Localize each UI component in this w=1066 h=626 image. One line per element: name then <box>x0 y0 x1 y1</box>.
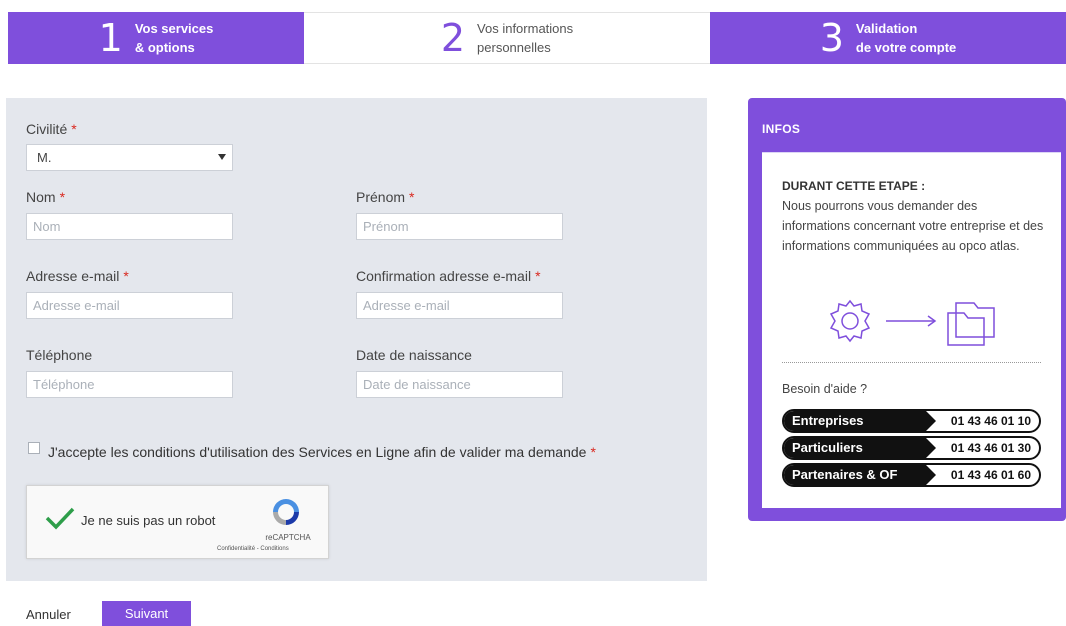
required-mark: * <box>59 189 66 205</box>
phone-label: Téléphone <box>26 347 93 363</box>
info-title: INFOS <box>762 122 801 136</box>
step-2: 2 Vos informations personnelles <box>304 12 710 64</box>
terms-label: J'accepte les conditions d'utilisation d… <box>48 444 596 460</box>
civility-label-text: Civilité <box>26 121 68 137</box>
step-3: 3 Validation de votre compte <box>710 12 1066 64</box>
contact-row: Entreprises 01 43 46 01 10 <box>782 409 1041 433</box>
info-content: DURANT CETTE ETAPE : Nous pourrons vous … <box>762 152 1061 508</box>
required-mark: * <box>123 268 129 284</box>
email-input[interactable]: Adresse e-mail <box>26 292 233 319</box>
step-number: 1 <box>98 16 123 60</box>
recaptcha-links[interactable]: Confidentialité - Conditions <box>217 546 289 552</box>
email-confirm-label-text: Confirmation adresse e-mail <box>356 268 532 284</box>
step-label: Vos informations personnelles <box>477 19 573 57</box>
contact-row: Particuliers 01 43 46 01 30 <box>782 436 1041 460</box>
contact-phone[interactable]: 01 43 46 01 10 <box>926 411 1039 431</box>
info-body: Nous pourrons vous demander des informat… <box>782 199 1044 253</box>
required-mark: * <box>71 121 77 137</box>
prenom-input[interactable]: Prénom <box>356 213 563 240</box>
contact-phone[interactable]: 01 43 46 01 30 <box>926 438 1039 458</box>
phone-input[interactable]: Téléphone <box>26 371 233 398</box>
recaptcha-logo-icon <box>273 499 299 525</box>
step-label-line2: personnelles <box>477 40 551 55</box>
step-label-line2: & options <box>134 40 195 55</box>
email-confirm-label: Confirmation adresse e-mail * <box>356 268 541 284</box>
birthdate-label: Date de naissance <box>356 347 472 363</box>
prenom-label: Prénom * <box>356 189 414 205</box>
prenom-label-text: Prénom <box>356 189 406 205</box>
contact-name: Partenaires & OF <box>784 465 936 485</box>
civility-select[interactable]: M. <box>26 144 233 171</box>
step-label-line1: Vos informations <box>477 21 574 36</box>
recaptcha-brand: reCAPTCHA <box>265 533 311 542</box>
required-mark: * <box>590 444 596 460</box>
nom-label-text: Nom <box>26 189 56 205</box>
civility-label: Civilité * <box>26 121 77 137</box>
birthdate-input[interactable]: Date de naissance <box>356 371 563 398</box>
step-label: Validation de votre compte <box>856 19 956 57</box>
step-number: 2 <box>440 16 466 60</box>
step-1: 1 Vos services & options <box>8 12 304 64</box>
civility-value: M. <box>37 150 52 165</box>
nom-label: Nom * <box>26 189 65 205</box>
progress-steps: 1 Vos services & options 2 Vos informati… <box>8 12 1066 64</box>
nom-input[interactable]: Nom <box>26 213 233 240</box>
email-label-text: Adresse e-mail <box>26 268 120 284</box>
required-mark: * <box>409 189 415 205</box>
checkmark-icon <box>45 507 75 530</box>
recaptcha-label: Je ne suis pas un robot <box>81 513 216 528</box>
chevron-down-icon <box>218 154 226 160</box>
step-label-line2: de votre compte <box>855 40 957 55</box>
info-heading: DURANT CETTE ETAPE : <box>782 179 926 193</box>
help-label: Besoin d'aide ? <box>782 382 868 396</box>
email-label: Adresse e-mail * <box>26 268 129 284</box>
contact-name: Particuliers <box>784 438 936 458</box>
info-panel: INFOS DURANT CETTE ETAPE : Nous pourrons… <box>748 98 1066 521</box>
step-label-line1: Vos services <box>134 21 214 36</box>
step-number: 3 <box>819 16 844 60</box>
gear-to-folder-icon <box>829 299 995 346</box>
contact-row: Partenaires & OF 01 43 46 01 60 <box>782 463 1041 487</box>
step-label: Vos services & options <box>135 19 214 57</box>
cancel-button[interactable]: Annuler <box>26 607 71 622</box>
form-panel: Civilité * M. Nom * Nom Prénom * Prénom Adr… <box>6 98 707 581</box>
contact-phone[interactable]: 01 43 46 01 60 <box>926 465 1039 485</box>
terms-checkbox[interactable] <box>28 442 40 454</box>
terms-text: J'accepte les conditions d'utilisation d… <box>48 444 587 460</box>
step-label-line1: Validation <box>855 21 918 36</box>
recaptcha-widget[interactable]: Je ne suis pas un robot reCAPTCHA Confid… <box>26 485 329 559</box>
required-mark: * <box>535 268 541 284</box>
contact-name: Entreprises <box>784 411 936 431</box>
next-button[interactable]: Suivant <box>102 601 191 626</box>
email-confirm-input[interactable]: Adresse e-mail <box>356 292 563 319</box>
divider <box>782 362 1041 363</box>
